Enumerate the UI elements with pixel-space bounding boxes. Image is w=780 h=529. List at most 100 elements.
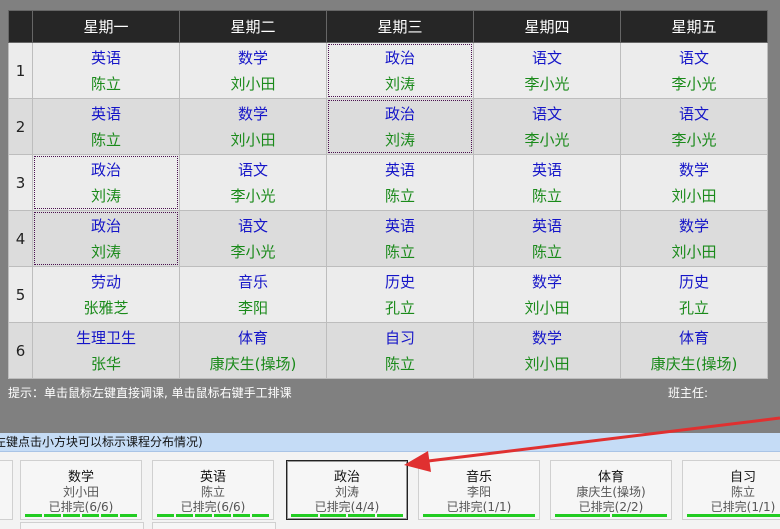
lesson-slot[interactable]: 英语 陈立 [34,44,178,97]
progress-block[interactable] [348,514,375,517]
lesson-slot[interactable]: 数学 刘小田 [622,156,766,209]
lesson-cell[interactable]: 英语 陈立 [32,98,180,155]
lesson-slot[interactable]: 数学 刘小田 [181,44,325,97]
lesson-slot[interactable]: 语文 李小光 [181,212,325,265]
course-card[interactable]: 自习 陈立 已排完(1/1) [682,460,780,520]
progress-block[interactable] [376,514,403,517]
course-card-next-row[interactable] [20,522,144,529]
progress-block[interactable] [687,514,780,517]
lesson-cell[interactable]: 语文 李小光 [473,98,621,155]
lesson-cell[interactable]: 数学 刘小田 [473,322,621,379]
lesson-slot[interactable]: 自习 陈立 [328,324,472,377]
lesson-slot-highlighted[interactable]: 政治 刘涛 [328,100,472,153]
lesson-slot[interactable]: 英语 陈立 [475,212,619,265]
course-card[interactable]: 英语 陈立 已排完(6/6) [152,460,274,520]
progress-block[interactable] [252,514,269,517]
lesson-cell[interactable]: 语文 李小光 [620,42,768,99]
lesson-slot[interactable]: 英语 陈立 [475,156,619,209]
lesson-cell[interactable]: 英语 陈立 [326,210,474,267]
lesson-cell[interactable]: 政治 刘涛 [326,42,474,99]
progress-block[interactable] [555,514,610,517]
lesson-cell[interactable]: 数学 刘小田 [473,266,621,323]
lesson-cell[interactable]: 英语 陈立 [473,210,621,267]
progress-block[interactable] [612,514,667,517]
course-card-progress[interactable] [25,514,137,517]
lesson-slot[interactable]: 英语 陈立 [328,212,472,265]
lesson-cell[interactable]: 劳动 张雅芝 [32,266,180,323]
lesson-subject: 政治 [90,217,121,236]
lesson-cell[interactable]: 数学 刘小田 [179,98,327,155]
lesson-cell[interactable]: 语文 李小光 [620,98,768,155]
lesson-slot[interactable]: 体育 康庆生(操场) [622,324,766,377]
course-card-teacher: 李阳 [466,485,491,499]
lesson-cell[interactable]: 政治 刘涛 [32,210,180,267]
course-card[interactable]: 数学 刘小田 已排完(6/6) [20,460,142,520]
progress-block[interactable] [44,514,61,517]
lesson-slot[interactable]: 英语 陈立 [328,156,472,209]
lesson-subject: 英语 [531,161,562,180]
lesson-cell[interactable]: 英语 陈立 [326,154,474,211]
course-card-progress[interactable] [291,514,403,517]
course-card-next-row[interactable] [152,522,276,529]
lesson-slot[interactable]: 数学 刘小田 [475,324,619,377]
course-card[interactable]: 音乐 李阳 已排完(1/1) [418,460,540,520]
course-card-progress[interactable] [687,514,780,517]
lesson-slot[interactable]: 语文 李小光 [622,44,766,97]
lesson-subject: 语文 [531,105,562,124]
lesson-cell[interactable]: 数学 刘小田 [620,154,768,211]
lesson-slot[interactable]: 生理卫生 张华 [34,324,178,377]
lesson-cell[interactable]: 语文 李小光 [473,42,621,99]
lesson-slot[interactable]: 历史 孔立 [622,268,766,321]
lesson-cell[interactable]: 语文 李小光 [179,210,327,267]
lesson-cell[interactable]: 体育 康庆生(操场) [179,322,327,379]
lesson-slot[interactable]: 数学 刘小田 [181,100,325,153]
progress-block[interactable] [120,514,137,517]
lesson-slot[interactable]: 体育 康庆生(操场) [181,324,325,377]
lesson-slot[interactable]: 语文 李小光 [622,100,766,153]
lesson-slot[interactable]: 语文 李小光 [475,44,619,97]
lesson-cell[interactable]: 英语 陈立 [473,154,621,211]
course-card-progress[interactable] [555,514,667,517]
progress-block[interactable] [195,514,212,517]
progress-block[interactable] [233,514,250,517]
lesson-slot-highlighted[interactable]: 政治 刘涛 [34,212,178,265]
lesson-cell[interactable]: 语文 李小光 [179,154,327,211]
lesson-cell[interactable]: 英语 陈立 [32,42,180,99]
lesson-slot-highlighted[interactable]: 政治 刘涛 [34,156,178,209]
progress-block[interactable] [63,514,80,517]
lesson-slot[interactable]: 语文 李小光 [475,100,619,153]
lesson-slot[interactable]: 数学 刘小田 [475,268,619,321]
progress-block[interactable] [319,514,346,517]
progress-block[interactable] [157,514,174,517]
lesson-cell[interactable]: 体育 康庆生(操场) [620,322,768,379]
course-card-progress[interactable] [423,514,535,517]
lesson-cell[interactable]: 自习 陈立 [326,322,474,379]
course-card[interactable]: 政治 刘涛 已排完(4/4) [286,460,408,520]
progress-block[interactable] [176,514,193,517]
lesson-cell[interactable]: 历史 孔立 [620,266,768,323]
lesson-slot[interactable]: 数学 刘小田 [622,212,766,265]
lesson-teacher: 陈立 [90,74,121,93]
lesson-slot[interactable]: 音乐 李阳 [181,268,325,321]
progress-block[interactable] [214,514,231,517]
lesson-slot-highlighted[interactable]: 政治 刘涛 [328,44,472,97]
lesson-slot[interactable]: 英语 陈立 [34,100,178,153]
progress-block[interactable] [101,514,118,517]
course-card-progress[interactable] [157,514,269,517]
progress-block[interactable] [82,514,99,517]
lesson-cell[interactable]: 音乐 李阳 [179,266,327,323]
course-card-partial[interactable] [0,460,13,520]
lesson-slot[interactable]: 语文 李小光 [181,156,325,209]
course-card[interactable]: 体育 康庆生(操场) 已排完(2/2) [550,460,672,520]
progress-block[interactable] [291,514,318,517]
lesson-slot[interactable]: 劳动 张雅芝 [34,268,178,321]
lesson-cell[interactable]: 生理卫生 张华 [32,322,180,379]
lesson-slot[interactable]: 历史 孔立 [328,268,472,321]
progress-block[interactable] [25,514,42,517]
lesson-cell[interactable]: 历史 孔立 [326,266,474,323]
progress-block[interactable] [423,514,535,517]
lesson-cell[interactable]: 政治 刘涛 [32,154,180,211]
lesson-cell[interactable]: 政治 刘涛 [326,98,474,155]
lesson-cell[interactable]: 数学 刘小田 [620,210,768,267]
lesson-cell[interactable]: 数学 刘小田 [179,42,327,99]
